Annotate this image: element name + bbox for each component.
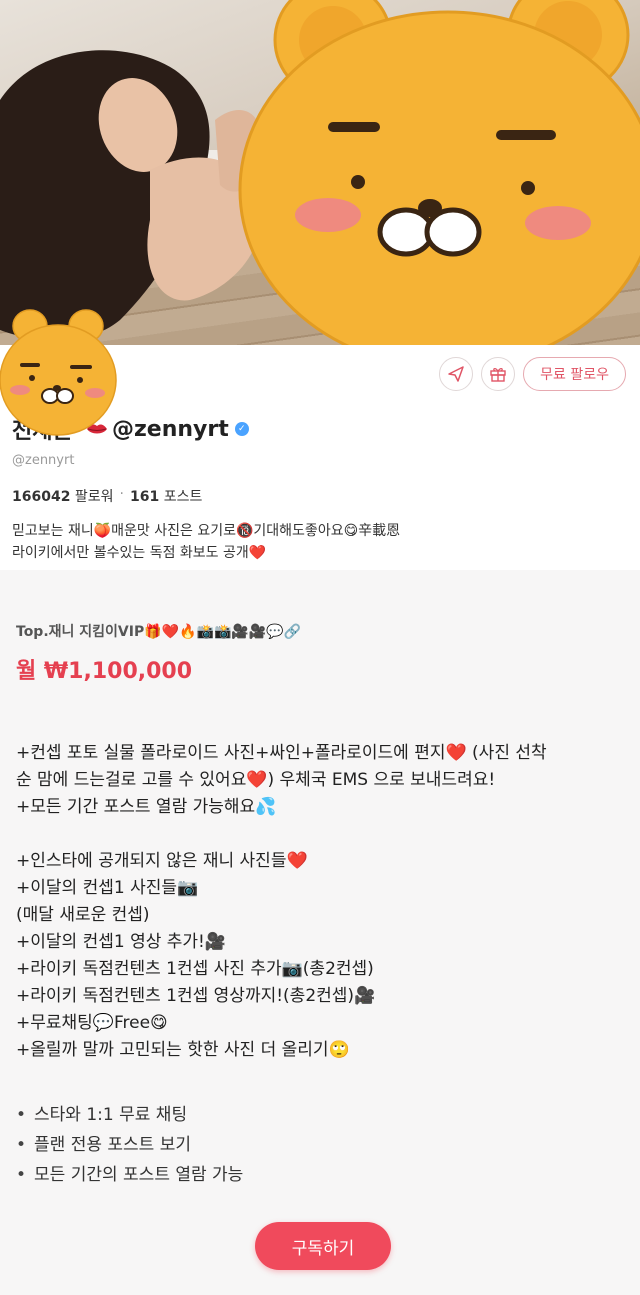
posts-stat[interactable]: 161 포스트 bbox=[130, 486, 202, 506]
description-line bbox=[16, 821, 628, 848]
follow-button[interactable]: 무료 팔로우 bbox=[523, 357, 626, 391]
gift-button[interactable] bbox=[481, 357, 516, 391]
avatar[interactable] bbox=[0, 308, 122, 438]
description-line: +인스타에 공개되지 않은 재니 사진들❤️ bbox=[16, 851, 308, 871]
posts-label: 포스트 bbox=[163, 489, 203, 505]
description-line: +올릴까 말까 고민되는 핫한 사진 더 올리기🙄 bbox=[16, 1040, 350, 1060]
bio-line: 라이키에서만 볼수있는 독점 화보도 공개❤️ bbox=[12, 545, 267, 561]
bio-line: 믿고보는 재니🍑매운맛 사진은 요기로🔞기대해도좋아요😋辛載恩 bbox=[12, 523, 401, 539]
profile-actions: 무료 팔로우 bbox=[439, 357, 626, 391]
plan-price: 월 ₩1,100,000 bbox=[16, 659, 193, 684]
description-line: +라이키 독점컨텐츠 1컨셉 영상까지!(총2컨셉)🎥 bbox=[16, 986, 376, 1006]
description-line: 순 맘에 드는걸로 고를 수 있어요❤️) 우체국 EMS 으로 보내드려요! bbox=[16, 770, 496, 790]
description-line: (매달 새로운 컨셉) bbox=[16, 905, 150, 925]
benefit-item: 플랜 전용 포스트 보기 bbox=[16, 1130, 616, 1160]
description-line: +컨셉 포토 실물 폴라로이드 사진+싸인+폴라로이드에 편지❤️ (사진 선착 bbox=[16, 743, 547, 763]
description-line: +무료채팅💬Free😋 bbox=[16, 1013, 168, 1033]
description-line: +이달의 컨셉1 영상 추가!🎥 bbox=[16, 932, 227, 952]
followers-stat[interactable]: 166042 팔로워 bbox=[12, 486, 114, 506]
verified-icon: ✓ bbox=[234, 422, 249, 436]
plan-benefits: 스타와 1:1 무료 채팅 플랜 전용 포스트 보기 모든 기간의 포스트 열람… bbox=[16, 1100, 616, 1190]
followers-label: 팔로워 bbox=[74, 489, 114, 505]
send-icon bbox=[448, 366, 464, 382]
profile-bio: 믿고보는 재니🍑매운맛 사진은 요기로🔞기대해도좋아요😋辛載恩 라이키에서만 볼… bbox=[12, 520, 632, 564]
share-button[interactable] bbox=[439, 357, 474, 391]
followers-count: 166042 bbox=[12, 489, 71, 505]
description-line: +모든 기간 포스트 열람 가능해요💦 bbox=[16, 797, 277, 817]
profile-stats: 166042 팔로워 · 161 포스트 bbox=[12, 486, 202, 506]
gift-icon bbox=[490, 368, 506, 382]
plan-name: Top.재니 지킴이VIP🎁❤️🔥📸📸🎥🎥💬🔗 bbox=[16, 624, 302, 640]
stats-separator: · bbox=[119, 486, 124, 502]
profile-handle: @zennyrt bbox=[112, 416, 229, 442]
profile-handle-sub: @zennyrt bbox=[12, 453, 75, 468]
benefit-item: 스타와 1:1 무료 채팅 bbox=[16, 1100, 616, 1130]
mascot-sticker-large bbox=[238, 0, 640, 365]
subscribe-button[interactable]: 구독하기 bbox=[255, 1222, 391, 1270]
description-line: +라이키 독점컨텐츠 1컨셉 사진 추가📷(총2컨셉) bbox=[16, 959, 374, 979]
description-line: +이달의 컨셉1 사진들📷 bbox=[16, 878, 199, 898]
posts-count: 161 bbox=[130, 489, 160, 505]
plan-description: +컨셉 포토 실물 폴라로이드 사진+싸인+폴라로이드에 편지❤️ (사진 선착… bbox=[16, 740, 628, 1064]
benefit-item: 모든 기간의 포스트 열람 가능 bbox=[16, 1160, 616, 1190]
